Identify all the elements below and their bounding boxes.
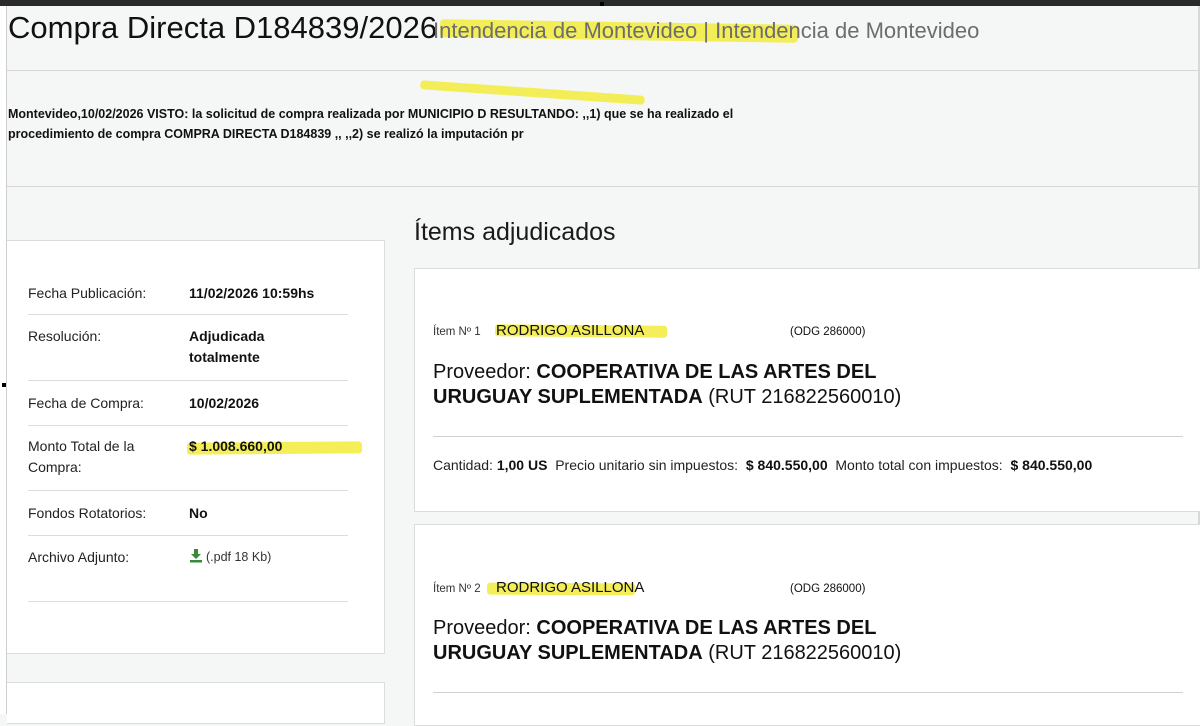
row-resolucion: Resolución: Adjudicada totalmente: [28, 314, 348, 381]
fondos-value: No: [189, 505, 208, 521]
item-number: Ítem Nº 1: [433, 326, 481, 338]
precio-label: Precio unitario sin impuestos:: [555, 457, 739, 473]
row-archivo-adjunto: Archivo Adjunto: (.pdf 18 Kb): [28, 535, 348, 602]
item-amounts: Cantidad: 1,00 US Precio unitario sin im…: [433, 457, 1092, 473]
proveedor-label: Proveedor:: [433, 361, 531, 383]
proveedor-rut: (RUT 216822560010): [708, 642, 902, 664]
proveedor-name-2: URUGUAY SUPLEMENTADA: [433, 386, 703, 408]
item-name: RODRIGO ASILLONA: [496, 579, 645, 596]
organization-name: Intendencia de Montevideo | Intendencia …: [433, 18, 980, 43]
highlighter-stroke: [419, 80, 646, 105]
fondos-label: Fondos Rotatorios:: [28, 505, 147, 521]
monto-label: Monto total con impuestos:: [835, 457, 1003, 473]
resolucion-value-line-2: totalmente: [189, 349, 260, 365]
page-header: Compra Directa D184839/2026 Intendencia …: [8, 8, 1198, 68]
precio-value: $ 840.550,00: [745, 457, 828, 473]
row-fondos-rotatorios: Fondos Rotatorios: No: [28, 490, 348, 536]
item-name: RODRIGO ASILLONA: [496, 322, 645, 339]
header-divider: [7, 70, 1200, 71]
item-number: Ítem Nº 2: [433, 583, 481, 595]
resolucion-value-line-1: Adjudicada: [189, 328, 265, 344]
page-title: Compra Directa D184839/2026: [8, 10, 438, 45]
window-left-border: [0, 6, 7, 714]
resize-handle-left[interactable]: [2, 383, 6, 387]
monto-label-line-1: Monto Total de la: [28, 438, 135, 454]
archivo-label: Archivo Adjunto:: [28, 549, 130, 565]
monto-total-label: Monto Total de la Compra:: [28, 436, 188, 478]
proveedor-name-1: COOPERATIVA DE LAS ARTES DEL: [536, 617, 877, 639]
item-odg: (ODG 286000): [790, 583, 866, 595]
resize-handle-top[interactable]: [600, 2, 604, 6]
row-monto-total: Monto Total de la Compra: $ 1.008.660,00: [28, 425, 348, 491]
fecha-publicacion-value: 11/02/2026 10:59hs: [189, 285, 315, 301]
row-fecha-publicacion: Fecha Publicación: 11/02/2026 10:59hs: [28, 270, 348, 315]
download-icon[interactable]: [189, 548, 203, 570]
item-divider: [433, 436, 1183, 437]
fecha-compra-label: Fecha de Compra:: [28, 395, 144, 411]
description-line-2: procedimiento de compra COMPRA DIRECTA D…: [8, 127, 524, 141]
resolucion-value: Adjudicada totalmente: [189, 326, 264, 368]
resolucion-label: Resolución:: [28, 328, 102, 344]
items-heading: Ítems adjudicados: [414, 218, 616, 246]
item-proveedor: Proveedor: COOPERATIVA DE LAS ARTES DEL …: [433, 616, 993, 666]
proveedor-name-2: URUGUAY SUPLEMENTADA: [433, 642, 703, 664]
row-fecha-compra: Fecha de Compra: 10/02/2026: [28, 380, 348, 426]
proveedor-label: Proveedor:: [433, 617, 531, 639]
fecha-compra-value: 10/02/2026: [189, 395, 260, 411]
item-odg: (ODG 286000): [790, 326, 866, 338]
description-line-1: Montevideo,10/02/2026 VISTO: la solicitu…: [8, 107, 734, 121]
cantidad-label: Cantidad:: [433, 457, 493, 473]
item-card-2: Ítem Nº 2 RODRIGO ASILLONA (ODG 286000) …: [414, 524, 1200, 726]
item-divider: [433, 692, 1183, 693]
proveedor-name-1: COOPERATIVA DE LAS ARTES DEL: [536, 361, 877, 383]
archivo-link[interactable]: (.pdf 18 Kb): [189, 547, 271, 570]
monto-total-value: $ 1.008.660,00: [189, 438, 283, 454]
proveedor-rut: (RUT 216822560010): [708, 386, 902, 408]
cantidad-value: 1,00 US: [496, 457, 548, 473]
monto-value: $ 840.550,00: [1010, 457, 1093, 473]
monto-label-line-2: Compra:: [28, 459, 82, 475]
item-card-1: Ítem Nº 1 RODRIGO ASILLONA (ODG 286000) …: [414, 268, 1200, 512]
archivo-size[interactable]: (.pdf 18 Kb): [206, 550, 271, 564]
section-divider: [7, 186, 1200, 187]
secondary-card: [7, 682, 385, 724]
purchase-description: Montevideo,10/02/2026 VISTO: la solicitu…: [8, 104, 798, 144]
fecha-publicacion-label: Fecha Publicación:: [28, 285, 147, 301]
item-proveedor: Proveedor: COOPERATIVA DE LAS ARTES DEL …: [433, 360, 993, 410]
